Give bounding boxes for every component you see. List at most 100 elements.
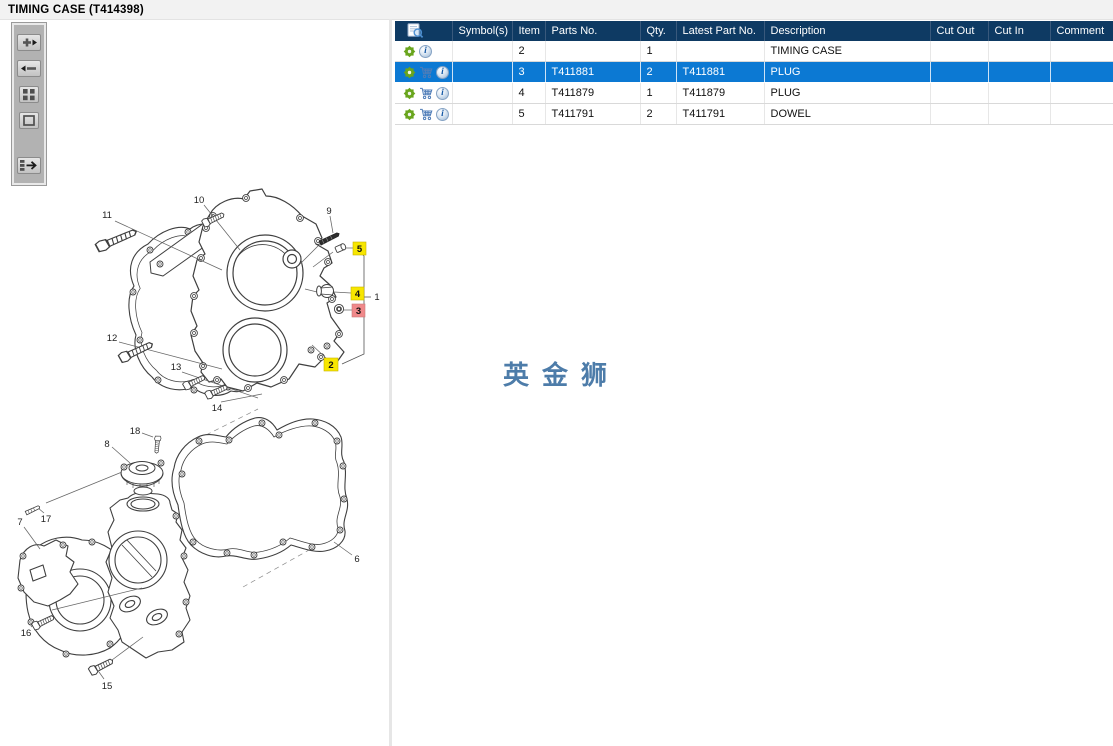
cell-latest-part-no xyxy=(676,41,765,62)
square-icon xyxy=(23,115,35,126)
cell-cut-out xyxy=(930,82,989,104)
diagram-toolbar xyxy=(11,22,47,186)
table-row[interactable]: i 2 1 TIMING CASE xyxy=(395,41,1113,62)
info-icon[interactable]: i xyxy=(436,65,449,79)
callout-11: 11 xyxy=(102,210,112,221)
zoom-out-icon xyxy=(21,65,36,72)
cell-item: 5 xyxy=(512,103,546,125)
cell-actions: i xyxy=(395,82,453,104)
callout-2-highlighted[interactable]: 2 xyxy=(323,357,339,372)
oil-pump-body-part xyxy=(105,492,191,659)
cell-item: 2 xyxy=(512,41,546,62)
settings-gear-icon[interactable] xyxy=(403,66,416,79)
cell-item: 4 xyxy=(512,82,546,104)
cell-latest-part-no: T411791 xyxy=(676,103,765,125)
callout-17: 17 xyxy=(41,514,52,525)
col-qty: Qty. xyxy=(640,21,677,41)
cell-symbols xyxy=(452,103,513,125)
cell-symbols xyxy=(452,82,513,104)
cell-qty: 1 xyxy=(640,82,677,104)
callout-16: 16 xyxy=(21,628,32,639)
table-row[interactable]: i 4 T411879 1 T411879 PLUG xyxy=(395,82,1113,104)
title-bar: TIMING CASE (T414398) xyxy=(0,0,1113,20)
callout-14: 14 xyxy=(212,403,223,414)
svg-text:4: 4 xyxy=(355,289,361,300)
settings-gear-icon[interactable] xyxy=(403,108,416,121)
cell-comment xyxy=(1050,103,1113,125)
table-header-row: Symbol(s) Item Parts No. Qty. Latest Par… xyxy=(395,21,1113,41)
col-latest-part-no: Latest Part No. xyxy=(676,21,765,41)
cell-parts-no xyxy=(545,41,641,62)
cell-cut-in xyxy=(988,103,1051,125)
callout-10: 10 xyxy=(194,195,205,206)
list-arrow-icon xyxy=(20,160,37,171)
callout-6: 6 xyxy=(354,554,359,565)
callout-9: 9 xyxy=(326,206,331,217)
add-to-cart-icon[interactable] xyxy=(419,66,433,79)
callout-7: 7 xyxy=(17,517,22,528)
cell-comment xyxy=(1050,82,1113,104)
col-description: Description xyxy=(764,21,931,41)
callout-1: 1 xyxy=(374,292,379,303)
cell-cut-in xyxy=(988,82,1051,104)
picture-search-icon xyxy=(407,23,424,39)
vendor-watermark: 英金狮 xyxy=(503,360,621,390)
toggle-list-button[interactable] xyxy=(17,157,41,174)
cell-cut-in xyxy=(988,61,1051,83)
cell-description: TIMING CASE xyxy=(764,41,931,62)
cell-comment xyxy=(1050,41,1113,62)
add-to-cart-icon[interactable] xyxy=(419,108,433,121)
col-symbols: Symbol(s) xyxy=(452,21,513,41)
info-icon[interactable]: i xyxy=(436,86,449,100)
cell-symbols xyxy=(452,61,513,83)
zoom-in-button[interactable] xyxy=(17,34,41,51)
panel-divider xyxy=(389,19,392,746)
exploded-parts-diagram: 10 11 9 12 13 14 18 8 17 7 16 15 6 1 5 4… xyxy=(17,188,380,692)
tiles-icon xyxy=(23,89,35,101)
frame-view-button[interactable] xyxy=(19,112,39,129)
cell-description: PLUG xyxy=(764,82,931,104)
cell-qty: 2 xyxy=(640,61,677,83)
parts-table: Symbol(s) Item Parts No. Qty. Latest Par… xyxy=(395,21,1113,125)
cell-cut-out xyxy=(930,41,989,62)
settings-gear-icon[interactable] xyxy=(403,45,416,58)
callout-4-highlighted[interactable]: 4 xyxy=(350,286,365,301)
cell-comment xyxy=(1050,61,1113,83)
info-icon[interactable]: i xyxy=(419,44,432,58)
callout-5-highlighted[interactable]: 5 xyxy=(352,241,367,256)
header-picture-search xyxy=(395,21,453,41)
cell-cut-in xyxy=(988,41,1051,62)
oil-filler-cap-part xyxy=(120,459,165,496)
table-row[interactable]: i 5 T411791 2 T411791 DOWEL xyxy=(395,103,1113,125)
tile-view-button[interactable] xyxy=(19,86,39,103)
cell-actions: i xyxy=(395,41,453,62)
gasket-part xyxy=(171,417,349,560)
page-title: TIMING CASE (T414398) xyxy=(8,3,144,16)
cell-qty: 1 xyxy=(640,41,677,62)
col-parts-no: Parts No. xyxy=(545,21,641,41)
cell-parts-no: T411881 xyxy=(545,61,641,83)
callout-3-highlighted[interactable]: 3 xyxy=(351,303,366,318)
zoom-out-button[interactable] xyxy=(17,60,41,77)
cell-description: DOWEL xyxy=(764,103,931,125)
callout-15: 15 xyxy=(102,681,113,692)
cell-parts-no: T411879 xyxy=(545,82,641,104)
table-row[interactable]: i 3 T411881 2 T411881 PLUG xyxy=(395,61,1113,83)
add-to-cart-icon[interactable] xyxy=(419,87,433,100)
callout-18: 18 xyxy=(130,426,141,437)
callout-12: 12 xyxy=(107,333,118,344)
col-cut-in: Cut In xyxy=(988,21,1051,41)
cell-latest-part-no: T411879 xyxy=(676,82,765,104)
callout-13: 13 xyxy=(171,362,182,373)
cell-actions: i xyxy=(395,103,453,125)
col-item: Item xyxy=(512,21,546,41)
settings-gear-icon[interactable] xyxy=(403,87,416,100)
svg-text:3: 3 xyxy=(356,306,361,317)
zoom-in-icon xyxy=(23,38,37,47)
cell-actions: i xyxy=(395,61,453,83)
info-icon[interactable]: i xyxy=(436,107,449,121)
cell-symbols xyxy=(452,41,513,62)
svg-text:2: 2 xyxy=(328,360,333,371)
svg-text:5: 5 xyxy=(357,244,363,255)
callout-8: 8 xyxy=(104,439,109,450)
